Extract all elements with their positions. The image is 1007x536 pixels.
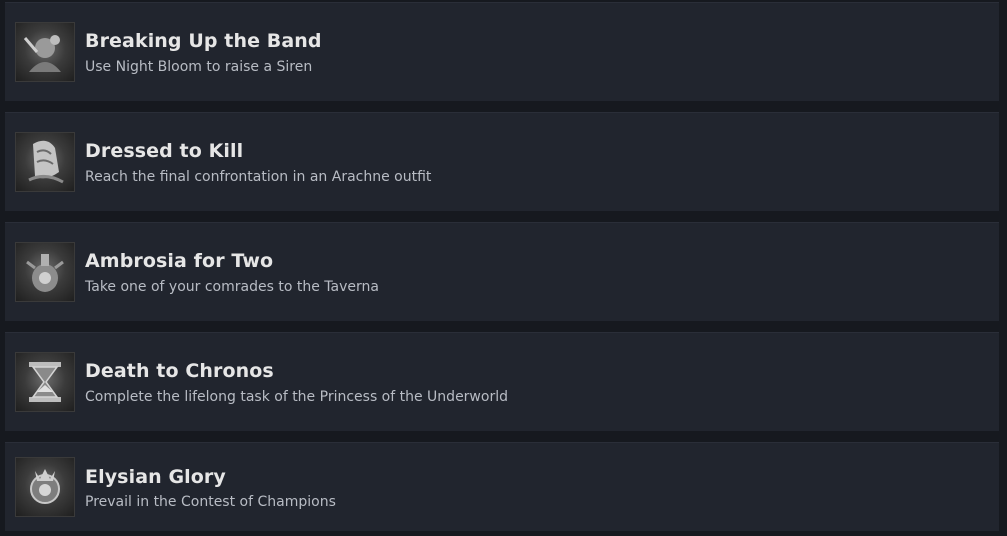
achievement-description: Prevail in the Contest of Champions: [85, 494, 336, 510]
achievement-item[interactable]: Ambrosia for Two Take one of your comrad…: [5, 222, 999, 321]
hourglass-icon: [15, 352, 75, 412]
champion-icon: [15, 457, 75, 517]
ambrosia-icon: [15, 242, 75, 302]
achievement-item[interactable]: Elysian Glory Prevail in the Contest of …: [5, 442, 999, 531]
achievement-title: Elysian Glory: [85, 466, 226, 488]
achievement-title: Death to Chronos: [85, 360, 274, 382]
achievement-description: Take one of your comrades to the Taverna: [85, 279, 379, 295]
siren-icon: [15, 22, 75, 82]
achievement-list: Breaking Up the Band Use Night Bloom to …: [0, 0, 1007, 536]
achievement-item[interactable]: Death to Chronos Complete the lifelong t…: [5, 332, 999, 431]
achievement-item[interactable]: Breaking Up the Band Use Night Bloom to …: [5, 2, 999, 101]
achievement-description: Complete the lifelong task of the Prince…: [85, 389, 508, 405]
achievement-title: Breaking Up the Band: [85, 30, 322, 52]
achievement-description: Reach the final confrontation in an Arac…: [85, 169, 432, 185]
achievement-title: Dressed to Kill: [85, 140, 244, 162]
outfit-icon: [15, 132, 75, 192]
achievement-item[interactable]: Dressed to Kill Reach the final confront…: [5, 112, 999, 211]
achievement-description: Use Night Bloom to raise a Siren: [85, 59, 313, 75]
achievement-title: Ambrosia for Two: [85, 250, 274, 272]
